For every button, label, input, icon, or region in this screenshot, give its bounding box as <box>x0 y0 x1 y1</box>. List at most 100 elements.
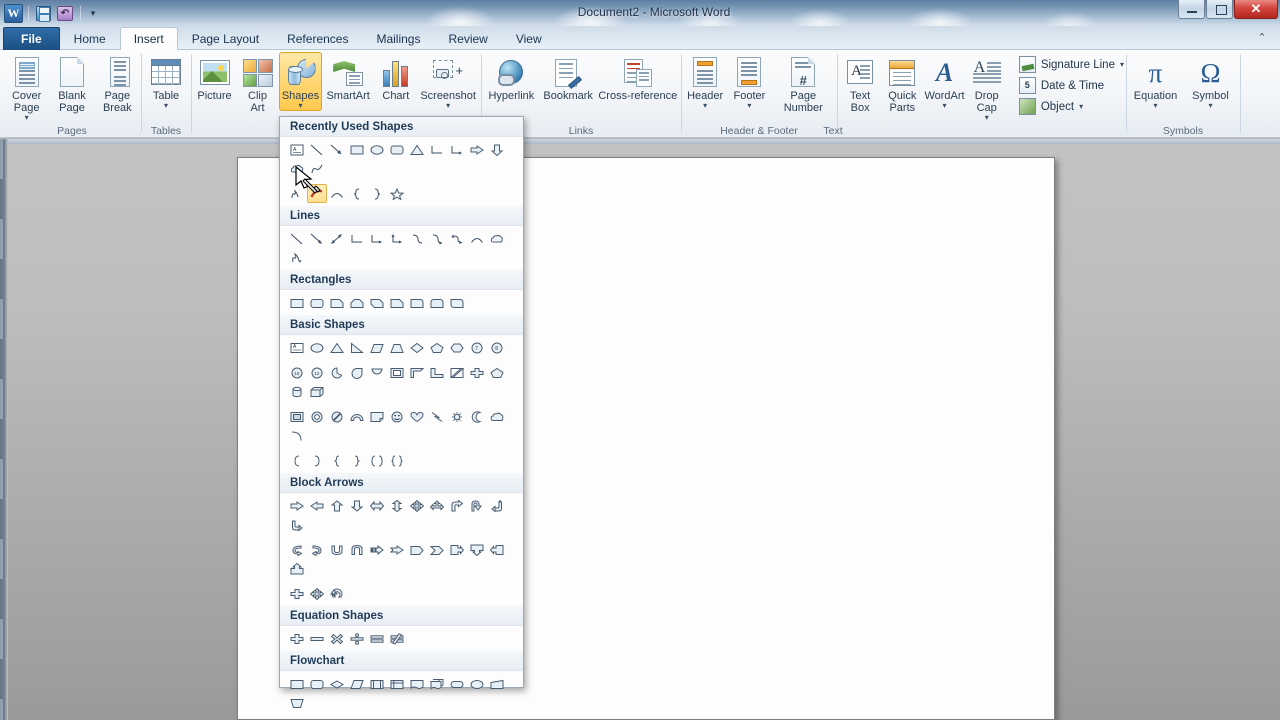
screenshot-caret-icon[interactable]: ▾ <box>446 102 450 110</box>
flowchart-internal-storage[interactable] <box>387 674 407 693</box>
equation-minus[interactable] <box>307 629 327 648</box>
footer-caret-icon[interactable]: ▾ <box>747 102 751 110</box>
basic-diagonal-stripe[interactable] <box>447 363 467 382</box>
shape-elbow-arrow-connector[interactable] <box>447 140 467 159</box>
arrow-left-right[interactable] <box>367 496 387 515</box>
basic-left-brace[interactable] <box>327 451 347 470</box>
arrow-circular[interactable] <box>327 584 347 603</box>
line-freeform[interactable] <box>487 229 507 248</box>
shape-rectangle[interactable] <box>347 140 367 159</box>
equation-button[interactable]: π Equation ▾ <box>1128 52 1183 111</box>
flowchart-process[interactable] <box>287 674 307 693</box>
rect-rounded[interactable] <box>307 293 327 312</box>
basic-cylinder[interactable] <box>287 382 307 401</box>
equation-equal[interactable] <box>367 629 387 648</box>
footer-button[interactable]: Footer ▾ <box>727 52 771 111</box>
text-box-button[interactable]: A Text Box <box>839 52 881 115</box>
close-button[interactable]: ✕ <box>1234 0 1278 19</box>
line-curved-connector[interactable] <box>407 229 427 248</box>
page-number-button[interactable]: # Page Number <box>772 52 835 115</box>
basic-left-bracket[interactable] <box>287 451 307 470</box>
tab-home[interactable]: Home <box>60 27 120 50</box>
shape-rounded-rectangle[interactable] <box>387 140 407 159</box>
table-caret-icon[interactable]: ▾ <box>164 102 168 110</box>
symbol-button[interactable]: Ω Symbol ▾ <box>1183 52 1238 111</box>
bookmark-button[interactable]: Bookmark <box>540 52 597 103</box>
arrow-notched-right[interactable] <box>387 540 407 559</box>
basic-text-box[interactable]: A <box>287 338 307 357</box>
basic-sun[interactable] <box>447 407 467 426</box>
window-controls[interactable]: ✕ <box>1178 0 1278 19</box>
rect-round-single-corner[interactable] <box>407 293 427 312</box>
rect-snip-and-round-corner[interactable] <box>387 293 407 312</box>
header-caret-icon[interactable]: ▾ <box>703 102 707 110</box>
rect-snip-same-side-corners[interactable] <box>347 293 367 312</box>
tab-review[interactable]: Review <box>434 27 501 50</box>
rect-round-diagonal-corners[interactable] <box>447 293 467 312</box>
basic-parallelogram[interactable] <box>367 338 387 357</box>
basic-oval[interactable] <box>307 338 327 357</box>
basic-l-shape[interactable] <box>427 363 447 382</box>
drop-cap-button[interactable]: A Drop Cap ▾ <box>966 52 1008 123</box>
basic-heptagon[interactable]: 7 <box>467 338 487 357</box>
flowchart-data[interactable] <box>347 674 367 693</box>
line-plain[interactable] <box>287 229 307 248</box>
basic-pentagon[interactable] <box>427 338 447 357</box>
drop-cap-caret-icon[interactable]: ▾ <box>985 114 989 122</box>
basic-right-triangle[interactable] <box>347 338 367 357</box>
flowchart-alternate-process[interactable] <box>307 674 327 693</box>
arrow-pentagon[interactable] <box>407 540 427 559</box>
flowchart-predefined-process[interactable] <box>367 674 387 693</box>
cover-page-button[interactable]: Cover Page ▾ <box>4 52 49 123</box>
basic-half-frame[interactable] <box>407 363 427 382</box>
line-arrow[interactable] <box>307 229 327 248</box>
date-time-command[interactable]: 5 Date & Time <box>1016 75 1127 96</box>
shapes-button[interactable]: Shapes ▾ <box>279 52 322 111</box>
tab-insert[interactable]: Insert <box>120 27 178 50</box>
line-elbow-arrow[interactable] <box>367 229 387 248</box>
arrow-cross-callout[interactable] <box>287 584 307 603</box>
shape-curve[interactable] <box>307 184 327 203</box>
tab-file[interactable]: File <box>3 27 60 50</box>
shape-5-point-star[interactable] <box>387 184 407 203</box>
arrow-curved-up[interactable] <box>347 540 367 559</box>
arrow-right-up[interactable] <box>287 515 307 534</box>
basic-trapezoid[interactable] <box>387 338 407 357</box>
flowchart-manual-input[interactable] <box>487 674 507 693</box>
equation-multiply[interactable] <box>327 629 347 648</box>
wordart-caret-icon[interactable]: ▾ <box>943 102 947 110</box>
line-elbow[interactable] <box>347 229 367 248</box>
line-arc[interactable] <box>467 229 487 248</box>
basic-moon[interactable] <box>467 407 487 426</box>
basic-block-arc[interactable] <box>347 407 367 426</box>
wordart-button[interactable]: A WordArt ▾ <box>923 52 965 111</box>
arrow-left[interactable] <box>307 496 327 515</box>
shape-text-box[interactable]: A <box>287 140 307 159</box>
basic-smiley-face[interactable] <box>387 407 407 426</box>
arrow-u-turn[interactable] <box>467 496 487 515</box>
shape-arc[interactable] <box>327 184 347 203</box>
cover-page-caret-icon[interactable]: ▾ <box>25 114 29 122</box>
flowchart-preparation[interactable] <box>467 674 487 693</box>
screenshot-button[interactable]: + Screenshot ▾ <box>417 52 479 111</box>
table-button[interactable]: Table ▾ <box>143 52 189 111</box>
basic-donut[interactable] <box>307 407 327 426</box>
object-command[interactable]: Object ▾ <box>1016 96 1127 117</box>
arrow-up[interactable] <box>327 496 347 515</box>
shape-left-brace[interactable] <box>347 184 367 203</box>
shapes-gallery-dropdown[interactable]: Recently Used Shapes A Lines <box>279 116 524 688</box>
shape-right-arrow[interactable] <box>467 140 487 159</box>
line-double-arrow[interactable] <box>327 229 347 248</box>
flowchart-terminator[interactable] <box>447 674 467 693</box>
basic-double-bracket[interactable] <box>367 451 387 470</box>
cross-reference-button[interactable]: Cross-reference <box>597 52 679 103</box>
flowchart-manual-operation[interactable] <box>287 693 307 712</box>
basic-triangle[interactable] <box>327 338 347 357</box>
basic-right-brace[interactable] <box>347 451 367 470</box>
shape-freeform[interactable] <box>307 159 327 178</box>
arrow-left-up[interactable] <box>487 496 507 515</box>
shape-cloud[interactable] <box>287 159 307 178</box>
shape-oval[interactable] <box>367 140 387 159</box>
rect-snip-diagonal-corners[interactable] <box>367 293 387 312</box>
equation-caret-icon[interactable]: ▾ <box>1153 102 1157 110</box>
